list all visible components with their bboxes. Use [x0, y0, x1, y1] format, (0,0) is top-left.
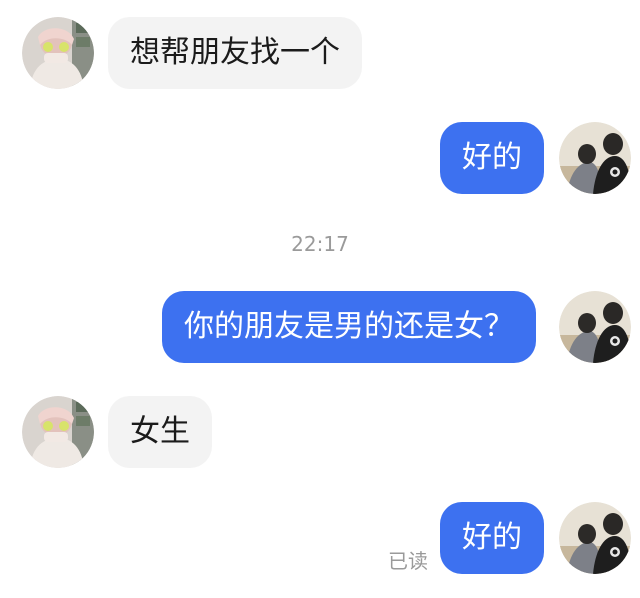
my-avatar[interactable] [559, 122, 631, 194]
read-status: 已读 [388, 549, 428, 573]
timestamp: 22:17 [291, 232, 349, 256]
message-bubble-outgoing[interactable]: 好的 [440, 502, 544, 574]
message-bubble-incoming[interactable]: 女生 [108, 396, 212, 468]
my-avatar[interactable] [559, 291, 631, 363]
my-avatar[interactable] [559, 502, 631, 574]
friend-avatar[interactable] [22, 396, 94, 468]
friend-avatar[interactable] [22, 17, 94, 89]
message-bubble-outgoing[interactable]: 好的 [440, 122, 544, 194]
chat-thread: 想帮朋友找一个 好的 22:17 你的朋友是男的还是女？ 女生 已读 好的 [0, 0, 640, 598]
message-bubble-outgoing[interactable]: 你的朋友是男的还是女？ [162, 291, 536, 363]
message-bubble-incoming[interactable]: 想帮朋友找一个 [108, 17, 362, 89]
